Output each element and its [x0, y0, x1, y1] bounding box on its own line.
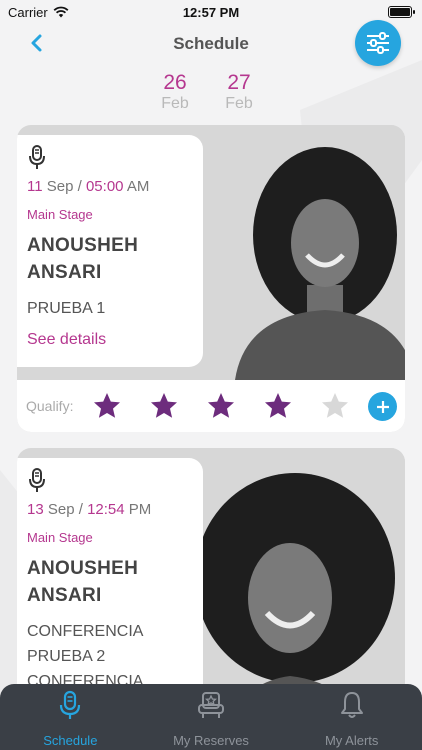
date-day: 27 — [227, 71, 251, 94]
event-day: 13 — [27, 501, 44, 518]
bell-icon — [340, 692, 363, 718]
battery-icon — [388, 6, 415, 18]
filter-button[interactable] — [355, 20, 401, 66]
tab-my-alerts[interactable]: My Alerts — [281, 684, 422, 750]
tab-label: My Alerts — [324, 733, 379, 748]
header: Schedule — [0, 20, 422, 66]
qualify-label: Qualify: — [26, 398, 74, 414]
star-filled-icon[interactable] — [263, 391, 293, 421]
microphone-icon — [29, 468, 45, 492]
talk-title: CONFERENCIA PRUEBA 2 CONFERENCIA — [27, 619, 193, 694]
event-month: Sep — [46, 178, 74, 195]
tab-label: My Reserves — [173, 733, 249, 748]
event-ampm: PM — [128, 501, 152, 518]
speaker-first-name: ANOUSHEH — [27, 558, 139, 579]
date-item-27[interactable]: 27 Feb — [222, 72, 256, 114]
event-time: 12:54 — [87, 501, 125, 518]
see-details-link[interactable]: See details — [27, 331, 193, 349]
star-filled-icon[interactable] — [206, 391, 236, 421]
star-empty-icon[interactable] — [320, 391, 350, 421]
event-datetime: 11 Sep / 05:00 AM — [27, 177, 193, 197]
sliders-icon — [367, 32, 389, 54]
datetime-separator: / — [77, 178, 82, 195]
reserve-chair-icon — [198, 692, 224, 718]
plus-icon — [376, 400, 389, 413]
event-stage: Main Stage — [27, 530, 93, 545]
speaker-first-name: ANOUSHEH — [27, 235, 139, 256]
date-month: Feb — [161, 95, 189, 112]
microphone-icon — [29, 145, 45, 169]
rating-bar: Qualify: — [17, 380, 405, 432]
star-filled-icon[interactable] — [92, 391, 122, 421]
star-rating — [92, 391, 350, 421]
event-info-panel: 13 Sep / 12:54 PM Main Stage ANOUSHEH AN… — [17, 458, 203, 718]
date-item-26[interactable]: 26 Feb — [158, 72, 192, 114]
speaker-name: ANOUSHEH ANSARI — [27, 555, 193, 609]
date-selector: 26 Feb 27 Feb — [158, 72, 256, 114]
event-card[interactable]: 11 Sep / 05:00 AM Main Stage ANOUSHEH AN… — [17, 125, 405, 432]
event-time: 05:00 — [85, 178, 124, 195]
status-bar: Carrier 12:57 PM — [0, 0, 422, 24]
event-day: 11 — [27, 178, 43, 195]
event-datetime: 13 Sep / 12:54 PM — [27, 500, 193, 520]
speaker-photo — [195, 125, 405, 380]
date-month: Feb — [225, 95, 253, 112]
tab-bar: Schedule My Reserves My Alerts — [0, 684, 422, 750]
status-time: 12:57 PM — [182, 4, 240, 20]
datetime-separator: / — [78, 501, 83, 518]
tab-schedule[interactable]: Schedule — [0, 684, 141, 750]
speaker-name: ANOUSHEH ANSARI — [27, 232, 193, 286]
speaker-last-name: ANSARI — [27, 585, 102, 606]
event-ampm: AM — [126, 178, 150, 195]
tab-my-reserves[interactable]: My Reserves — [141, 684, 282, 750]
talk-title-line: PRUEBA 1 — [27, 300, 106, 317]
talk-title: PRUEBA 1 — [27, 296, 193, 321]
event-month: Sep — [47, 501, 75, 518]
event-stage: Main Stage — [27, 207, 93, 222]
date-day: 26 — [163, 71, 187, 94]
add-rating-button[interactable] — [368, 392, 397, 421]
star-filled-icon[interactable] — [149, 391, 179, 421]
talk-title-line: PRUEBA 2 — [27, 648, 106, 665]
event-info-panel: 11 Sep / 05:00 AM Main Stage ANOUSHEH AN… — [17, 135, 203, 367]
tab-label: Schedule — [43, 733, 98, 748]
microphone-icon — [60, 690, 81, 719]
talk-title-line: CONFERENCIA — [27, 623, 144, 640]
speaker-last-name: ANSARI — [27, 262, 102, 283]
